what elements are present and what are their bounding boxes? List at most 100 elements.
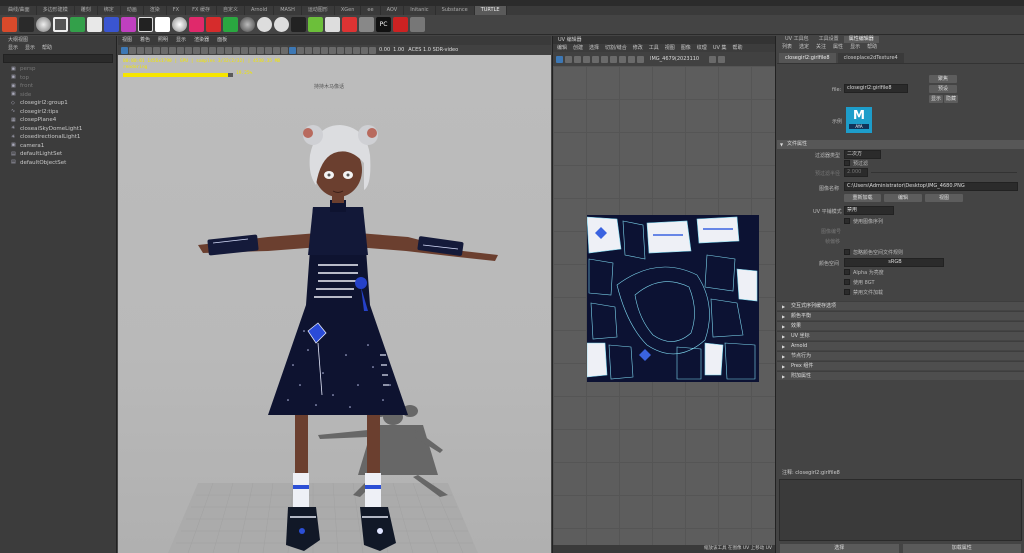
viewport-menu-item[interactable]: 着色	[140, 36, 150, 45]
node-tab[interactable]: closegirl2:girlfile8	[779, 53, 836, 63]
prefilter-radius-field[interactable]: 2.000	[844, 168, 868, 177]
node-tab[interactable]: closeplace2dTexture4	[837, 53, 904, 63]
shelf-tab[interactable]: 渲染	[144, 6, 167, 15]
outliner-item[interactable]: ✳ closeaiSkyDomeLight1	[0, 125, 116, 134]
toolbar-icon[interactable]	[185, 46, 192, 54]
shelf-tool-icon[interactable]	[104, 17, 119, 32]
attribute-editor-tab[interactable]: 属性编辑器	[843, 36, 879, 43]
toolbar-icon[interactable]	[369, 46, 376, 54]
toolbar-icon[interactable]	[628, 55, 635, 63]
toolbar-icon[interactable]	[329, 46, 336, 54]
toolbar-icon[interactable]	[177, 46, 184, 54]
viewport-menu-item[interactable]: 视图	[122, 36, 132, 45]
outliner-item[interactable]: ∿ closegirl2:tips	[0, 108, 116, 117]
toolbar-icon[interactable]	[556, 55, 563, 63]
toolbar-icon[interactable]	[137, 46, 144, 54]
collapsed-section[interactable]: Arnold	[777, 341, 1024, 351]
toolbar-icon[interactable]	[273, 46, 280, 54]
outliner-item[interactable]: ▣ persp	[0, 65, 116, 74]
toolbar-icon[interactable]	[601, 55, 608, 63]
shelf-tab[interactable]: 自定义	[217, 6, 245, 15]
shelf-tab[interactable]: Arnold	[245, 6, 275, 15]
toolbar-icon[interactable]	[233, 46, 240, 54]
uv-menu-item[interactable]: 修改	[633, 44, 643, 52]
sphere-icon[interactable]	[36, 17, 51, 32]
uv-menu-item[interactable]: 创建	[573, 44, 583, 52]
select-camera-icon[interactable]	[121, 46, 128, 54]
toolbar-icon[interactable]	[353, 46, 360, 54]
gamma-field[interactable]: 1.00	[393, 47, 404, 53]
toolbar-icon[interactable]	[281, 46, 288, 54]
outliner-search-input[interactable]	[3, 54, 113, 63]
select-button[interactable]: 选择	[780, 544, 899, 553]
toolbar-icon[interactable]	[217, 46, 224, 54]
outliner-item[interactable]: ◇ closegirl2:group1	[0, 99, 116, 108]
shelf-tab[interactable]: 运动图形	[302, 6, 335, 15]
outliner-item[interactable]: ▤ defaultObjectSet	[0, 159, 116, 168]
toolbar-icon[interactable]	[610, 55, 617, 63]
uv-menu-item[interactable]: 切割/缝合	[605, 44, 627, 52]
show-button[interactable]: 显示	[929, 95, 943, 103]
outliner-menu-item[interactable]: 显示	[25, 44, 35, 52]
shelf-tab[interactable]: 绑定	[98, 6, 121, 15]
toolbar-icon[interactable]	[592, 55, 599, 63]
viewport-menu-item[interactable]: 面板	[217, 36, 227, 45]
outliner-item[interactable]: ▣ front	[0, 82, 116, 91]
cube-icon[interactable]	[53, 17, 68, 32]
toolbar-icon[interactable]	[241, 46, 248, 54]
uv-menu-item[interactable]: 纹理	[697, 44, 707, 52]
collapsed-section[interactable]: UV 坐标	[777, 331, 1024, 341]
toolbar-icon[interactable]	[257, 46, 264, 54]
shelf-tool-icon[interactable]	[393, 17, 408, 32]
attribute-editor-menu-item[interactable]: 关注	[816, 43, 826, 52]
outliner-item[interactable]: ▦ closepPlane4	[0, 116, 116, 125]
sphere-icon[interactable]	[274, 17, 289, 32]
collapsed-section[interactable]: 附加属性	[777, 371, 1024, 381]
uv-menu-item[interactable]: 选择	[589, 44, 599, 52]
shelf-tab[interactable]: Substance	[436, 6, 475, 15]
reload-button[interactable]: 重新加载	[844, 194, 881, 202]
filter-type-select[interactable]: 二次方	[844, 150, 881, 159]
shelf-tool-icon[interactable]	[206, 17, 221, 32]
toolbar-icon[interactable]	[305, 46, 312, 54]
outliner-menu-item[interactable]: 帮助	[42, 44, 52, 52]
color-space-select[interactable]: ACES 1.0 SDR-video	[408, 47, 458, 53]
viewport-menu-item[interactable]: 显示	[176, 36, 186, 45]
collapsed-section[interactable]: 颜色平衡	[777, 311, 1024, 321]
color-space-select[interactable]: sRGB	[844, 258, 944, 267]
toolbar-icon[interactable]	[565, 55, 572, 63]
toolbar-icon[interactable]	[169, 46, 176, 54]
shelf-tab[interactable]: AOV	[381, 6, 405, 15]
load-attributes-button[interactable]: 加载属性	[902, 544, 1021, 553]
outliner-item[interactable]: ▣ top	[0, 74, 116, 83]
sphere-icon[interactable]	[257, 17, 272, 32]
uv-menu-item[interactable]: UV 集	[713, 44, 727, 52]
toolbar-icon[interactable]	[337, 46, 344, 54]
collapsed-section[interactable]: 交互式序列缓存选项	[777, 301, 1024, 311]
shelf-tool-icon[interactable]	[155, 17, 170, 32]
viewport-menu-item[interactable]: 渲染器	[194, 36, 209, 45]
disable-file-load-checkbox[interactable]	[844, 289, 850, 295]
shelf-tool-icon[interactable]	[70, 17, 85, 32]
uv-canvas[interactable]	[553, 66, 775, 545]
toolbar-icon[interactable]	[129, 46, 136, 54]
toolbar-icon[interactable]	[574, 55, 581, 63]
shelf-tool-icon[interactable]	[291, 17, 306, 32]
ignore-colorspace-checkbox[interactable]	[844, 249, 850, 255]
toolbar-icon[interactable]	[297, 46, 304, 54]
shelf-tool-icon[interactable]	[2, 17, 17, 32]
exposure-field[interactable]: 0.00	[379, 47, 390, 53]
attribute-editor-menu-item[interactable]: 属性	[833, 43, 843, 52]
toolbar-icon[interactable]	[201, 46, 208, 54]
notes-textarea[interactable]	[779, 479, 1022, 541]
sphere-icon[interactable]	[172, 17, 187, 32]
uv-tiling-select[interactable]: 禁用	[844, 206, 894, 215]
attribute-editor-menu-item[interactable]: 显示	[850, 43, 860, 52]
uv-image-select[interactable]: IMG_4679(2023110	[650, 56, 699, 62]
toolbar-icon[interactable]	[709, 55, 717, 63]
toolbar-icon[interactable]	[637, 55, 644, 63]
use-ocio-checkbox[interactable]	[844, 279, 850, 285]
use-image-sequence-checkbox[interactable]	[844, 218, 850, 224]
uv-menu-item[interactable]: 图像	[681, 44, 691, 52]
toolbar-icon[interactable]	[193, 46, 200, 54]
